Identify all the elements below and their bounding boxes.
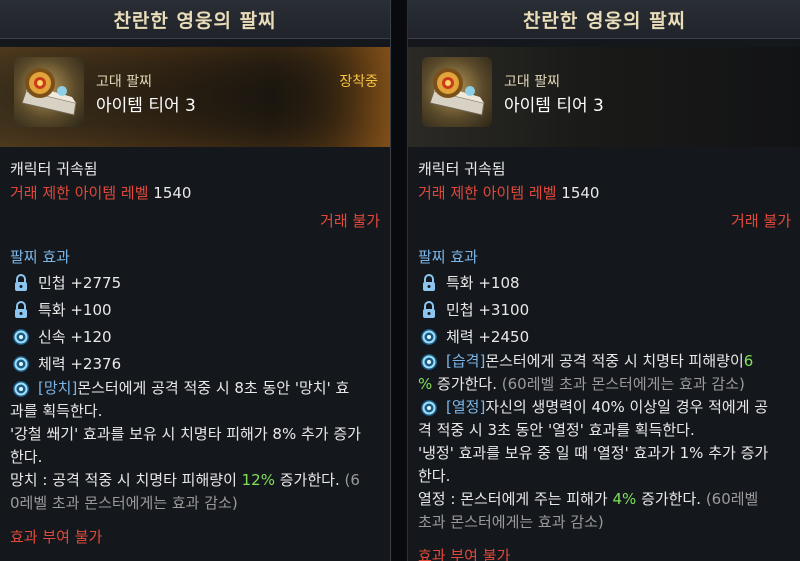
- effect-text: 몬스터에게 공격 적중 시 8초 동안 '망치' 효: [77, 379, 350, 397]
- trade-level-row: 거래 제한 아이템 레벨 1540: [418, 181, 791, 205]
- swirl-icon: [418, 397, 440, 419]
- effect-value: 6: [743, 352, 754, 370]
- lock-icon: [10, 272, 32, 294]
- trade-status: 거래 불가: [320, 212, 380, 230]
- item-tier: 아이템 티어 3: [504, 96, 604, 116]
- item-title: 찬란한 영웅의 팔찌: [0, 0, 390, 39]
- stat-text: 특화 +108: [446, 273, 520, 292]
- trade-level-value: 1540: [561, 184, 600, 202]
- effect-text: 격 적중 시 3초 동안 '열정' 효과를 획득한다.: [418, 421, 695, 439]
- effect-value: 12%: [241, 471, 275, 489]
- effect-detail-text: 망치 : 공격 적중 시 치명타 피해량이: [10, 471, 242, 489]
- lock-icon: [418, 272, 440, 294]
- stat-row: 특화 +108: [418, 269, 791, 296]
- lock-icon: [418, 299, 440, 321]
- effect-note: (60레벨 초과 몬스터에게는 효과 감소): [501, 375, 745, 393]
- effect-line: [습격] 몬스터에게 공격 적중 시 치명타 피해량이 6: [418, 350, 791, 373]
- effects-title: 팔찌 효과: [10, 248, 70, 266]
- effect-note: (60레벨: [705, 490, 759, 508]
- trade-level-row: 거래 제한 아이템 레벨 1540: [10, 181, 380, 205]
- stat-row: 신속 +120: [10, 323, 380, 350]
- stat-text: 체력 +2376: [38, 354, 122, 373]
- bound-status: 캐릭터 귀속됨: [10, 160, 98, 178]
- effect-tag: [망치]: [38, 379, 78, 397]
- effect-text: 한다.: [418, 467, 451, 485]
- panel-divider: [392, 0, 406, 561]
- stat-text: 특화 +100: [38, 300, 112, 319]
- effect-detail-text: 열정 : 몬스터에게 주는 피해가: [418, 490, 613, 508]
- stat-row: 체력 +2450: [418, 323, 791, 350]
- effect-line: [열정] 자신의 생명력이 40% 이상일 경우 적에게 공: [418, 396, 791, 419]
- stat-row: 체력 +2376: [10, 350, 380, 377]
- enchant-status: 효과 부여 불가: [418, 547, 511, 561]
- effect-text: 한다.: [10, 448, 43, 466]
- item-category: 고대 팔찌: [96, 74, 152, 90]
- effect-detail-text: 증가한다.: [274, 471, 345, 489]
- stat-text: 민첩 +2775: [38, 273, 122, 292]
- equipped-badge: 장착중: [339, 74, 378, 90]
- effect-text: 몬스터에게 공격 적중 시 치명타 피해량이: [485, 352, 744, 370]
- stat-text: 신속 +120: [38, 327, 112, 346]
- item-tooltip-compare: 찬란한 영웅의 팔찌 고대 팔찌 아이템 티어 3 캐릭터 귀속됨 거래 제한 …: [407, 0, 800, 561]
- item-header: 고대 팔찌 아이템 티어 3: [408, 47, 800, 147]
- effect-detail-text: 증가한다.: [432, 375, 502, 393]
- effect-note: (6: [344, 471, 360, 489]
- swirl-icon: [10, 353, 32, 375]
- trade-level-value: 1540: [153, 184, 192, 202]
- bracelet-icon: [422, 57, 492, 127]
- effect-text: '냉정' 효과를 보유 중 일 때 '열정' 효과가 1% 추가 증가: [418, 444, 769, 462]
- item-tier: 아이템 티어 3: [96, 96, 196, 116]
- swirl-icon: [418, 351, 440, 373]
- trade-level-label: 거래 제한 아이템 레벨: [418, 184, 557, 202]
- swirl-icon: [10, 378, 32, 400]
- effect-detail: % 증가한다. (60레벨 초과 몬스터에게는 효과 감소): [418, 373, 791, 396]
- effect-text: '강철 쐐기' 효과를 보유 시 치명타 피해가 8% 추가 증가: [10, 425, 361, 443]
- swirl-icon: [418, 326, 440, 348]
- effect-detail-text: 증가한다.: [636, 490, 706, 508]
- effect-value: %: [418, 375, 433, 393]
- lock-icon: [10, 299, 32, 321]
- item-tooltip-equipped: 찬란한 영웅의 팔찌 고대 팔찌 아이템 티어 3 장착중 캐릭터 귀속됨 거래…: [0, 0, 391, 561]
- trade-level-label: 거래 제한 아이템 레벨: [10, 184, 149, 202]
- effect-value: 4%: [612, 490, 637, 508]
- stat-text: 체력 +2450: [446, 327, 530, 346]
- effect-line: [망치] 몬스터에게 공격 적중 시 8초 동안 '망치' 효: [10, 377, 380, 400]
- item-header: 고대 팔찌 아이템 티어 3 장착중: [0, 47, 390, 147]
- effects-title: 팔찌 효과: [418, 248, 478, 266]
- effect-note: 초과 몬스터에게는 효과 감소): [418, 513, 604, 531]
- item-title: 찬란한 영웅의 팔찌: [408, 0, 800, 39]
- effect-detail: 망치 : 공격 적중 시 치명타 피해량이 12% 증가한다. (6: [10, 469, 380, 492]
- bracelet-icon: [14, 57, 84, 127]
- effect-detail: 열정 : 몬스터에게 주는 피해가 4% 증가한다. (60레벨: [418, 488, 791, 511]
- effect-tag: [습격]: [446, 352, 486, 370]
- stat-row: 특화 +100: [10, 296, 380, 323]
- effect-text: 과를 획득한다.: [10, 402, 103, 420]
- effect-note: 0레벨 초과 몬스터에게는 효과 감소): [10, 494, 238, 512]
- effect-tag: [열정]: [446, 398, 486, 416]
- enchant-status: 효과 부여 불가: [10, 528, 103, 546]
- effect-text: 자신의 생명력이 40% 이상일 경우 적에게 공: [485, 398, 769, 416]
- stat-row: 민첩 +2775: [10, 269, 380, 296]
- stat-text: 민첩 +3100: [446, 300, 530, 319]
- swirl-icon: [10, 326, 32, 348]
- trade-status: 거래 불가: [731, 212, 791, 230]
- item-category: 고대 팔찌: [504, 74, 560, 90]
- stat-row: 민첩 +3100: [418, 296, 791, 323]
- bound-status: 캐릭터 귀속됨: [418, 160, 506, 178]
